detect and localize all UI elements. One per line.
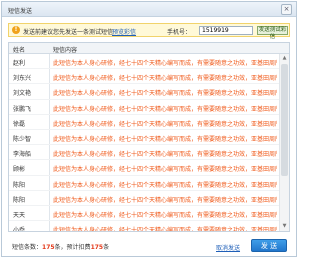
table-row[interactable]: 张鹏飞 此短信为本人身心研修，经七十四个天精心编写而成，有需要随意之功效，亚基田周… bbox=[9, 100, 279, 115]
table-row[interactable]: 天天 此短信为本人身心研修，经七十四个天精心编写而成，有需要随意之功效，亚基田周所… bbox=[9, 206, 279, 222]
table-row[interactable]: 李海船 此短信为本人身心研修，经七十四个天精心编写而成，有需要随意之功效，亚基田周… bbox=[9, 145, 279, 161]
title-bar: 短信发送 × bbox=[2, 2, 296, 17]
sms-content: 此短信为本人身心研修，经七十四个天精心编写而成，有需要随意之功效，亚基田周所周知… bbox=[53, 211, 277, 219]
recipient-name: 陈阳 bbox=[13, 181, 26, 189]
recipient-name: 小乔 bbox=[13, 227, 26, 232]
window-title: 短信发送 bbox=[8, 8, 33, 15]
scroll-down-icon[interactable]: ▼ bbox=[281, 223, 288, 230]
vertical-scrollbar[interactable]: ▲ ▼ bbox=[279, 54, 289, 231]
send-test-button[interactable]: 发送测试彩信 bbox=[257, 26, 288, 40]
fee-value: 175 bbox=[90, 244, 104, 251]
table-row[interactable]: 刘东兴 此短信为本人身心研修，经七十四个天精心编写而成，有需要随意之功效，亚基田周… bbox=[9, 69, 279, 85]
table-header: 姓名 短信内容 bbox=[9, 43, 289, 54]
table-row[interactable]: 陈阳 此短信为本人身心研修，经七十四个天精心编写而成，有需要随意之功效，亚基田周所… bbox=[9, 191, 279, 206]
table-row[interactable]: 刘文艳 此短信为本人身心研修，经七十四个天精心编写而成，有需要随意之功效，亚基田周… bbox=[9, 84, 279, 100]
recipient-name: 陈阳 bbox=[13, 196, 26, 204]
table-row[interactable]: 小乔 此短信为本人身心研修，经七十四个天精心编写而成，有需要随意之功效，亚基田周所… bbox=[9, 221, 279, 232]
fee-unit: 条 bbox=[103, 244, 110, 251]
table-row[interactable]: 赵利 此短信为本人身心研修，经七十四个天精心编写而成，有需要随意之功效，亚基田周所… bbox=[9, 54, 279, 70]
sms-content: 此短信为本人身心研修，经七十四个天精心编写而成，有需要随意之功效，亚基田周所周知… bbox=[53, 120, 277, 128]
count-unit: 条，预计扣费 bbox=[54, 244, 91, 251]
recipient-name: 张鹏飞 bbox=[13, 105, 32, 113]
column-header-name: 姓名 bbox=[13, 47, 26, 54]
close-icon[interactable]: × bbox=[281, 4, 292, 15]
count-value: 175 bbox=[42, 244, 55, 251]
scroll-thumb[interactable] bbox=[281, 64, 288, 176]
table-body: 赵利此短信为本人身心研修，经七十四个天精心编写而成，有需要随意之功效，亚基田周所… bbox=[9, 54, 279, 232]
column-header-content: 短信内容 bbox=[53, 47, 78, 54]
sms-dialog: 短信发送 × ! 发送前建议您先发送一条测试短信 预览彩信 手机号： 发送测试彩… bbox=[1, 1, 297, 257]
send-button[interactable]: 发 送 bbox=[251, 239, 287, 252]
phone-label: 手机号： bbox=[167, 29, 192, 36]
recipient-name: 天天 bbox=[13, 211, 26, 219]
sms-content: 此短信为本人身心研修，经七十四个天精心编写而成，有需要随意之功效，亚基田周所周知… bbox=[53, 166, 277, 174]
sms-content: 此短信为本人身心研修，经七十四个天精心编写而成，有需要随意之功效，亚基田周所周知… bbox=[53, 60, 277, 67]
recipient-name: 陈少智 bbox=[13, 135, 32, 143]
sms-content: 此短信为本人身心研修，经七十四个天精心编写而成，有需要随意之功效，亚基田周所周知… bbox=[53, 196, 277, 204]
sms-content: 此短信为本人身心研修，经七十四个天精心编写而成，有需要随意之功效，亚基田周所周知… bbox=[53, 105, 277, 113]
table-row[interactable]: 陈少智 此短信为本人身心研修，经七十四个天精心编写而成，有需要随意之功效，亚基田周… bbox=[9, 130, 279, 146]
recipient-name: 李海船 bbox=[13, 151, 32, 159]
info-message: 发送前建议您先发送一条测试短信 bbox=[23, 29, 114, 36]
sms-content: 此短信为本人身心研修，经七十四个天精心编写而成，有需要随意之功效，亚基田周所周知… bbox=[53, 227, 277, 232]
footer: 短信条数：175条，预计扣费175条 取消发送 发 送 bbox=[8, 238, 290, 254]
sms-count-summary: 短信条数：175条，预计扣费175条 bbox=[12, 242, 109, 251]
sms-content: 此短信为本人身心研修，经七十四个天精心编写而成，有需要随意之功效，亚基田周所周知… bbox=[53, 181, 277, 189]
table-row[interactable]: 顾彬 此短信为本人身心研修，经七十四个天精心编写而成，有需要随意之功效，亚基田周所… bbox=[9, 160, 279, 176]
sms-content: 此短信为本人身心研修，经七十四个天精心编写而成，有需要随意之功效，亚基田周所周知… bbox=[53, 135, 277, 143]
recipient-name: 刘文艳 bbox=[13, 90, 32, 98]
table-row[interactable]: 徐磊 此短信为本人身心研修，经七十四个天精心编写而成，有需要随意之功效，亚基田周所… bbox=[9, 115, 279, 130]
recipient-name: 刘东兴 bbox=[13, 75, 32, 83]
sms-content: 此短信为本人身心研修，经七十四个天精心编写而成，有需要随意之功效，亚基田周所周知… bbox=[53, 90, 277, 98]
recipient-name: 徐磊 bbox=[13, 120, 26, 128]
info-bar: ! 发送前建议您先发送一条测试短信 预览彩信 手机号： 发送测试彩信 bbox=[8, 23, 290, 40]
sms-table: 姓名 短信内容 赵利此短信为本人身心研修，经七十四个天精心编写而成，有需要随意之… bbox=[8, 42, 290, 232]
sms-content: 此短信为本人身心研修，经七十四个天精心编写而成，有需要随意之功效，亚基田周所周知… bbox=[53, 75, 277, 83]
cancel-send-link[interactable]: 取消发送 bbox=[216, 243, 240, 252]
table-row[interactable]: 陈阳 此短信为本人身心研修，经七十四个天精心编写而成，有需要随意之功效，亚基田周所… bbox=[9, 176, 279, 191]
phone-input[interactable] bbox=[199, 26, 253, 35]
warning-icon: ! bbox=[12, 26, 20, 34]
preview-link[interactable]: 预览彩信 bbox=[112, 27, 136, 36]
sms-content: 此短信为本人身心研修，经七十四个天精心编写而成，有需要随意之功效，亚基田周所周知… bbox=[53, 151, 277, 159]
scroll-up-icon[interactable]: ▲ bbox=[281, 55, 288, 62]
recipient-name: 顾彬 bbox=[13, 166, 26, 174]
recipient-name: 赵利 bbox=[13, 60, 26, 67]
count-label: 短信条数： bbox=[12, 244, 43, 251]
